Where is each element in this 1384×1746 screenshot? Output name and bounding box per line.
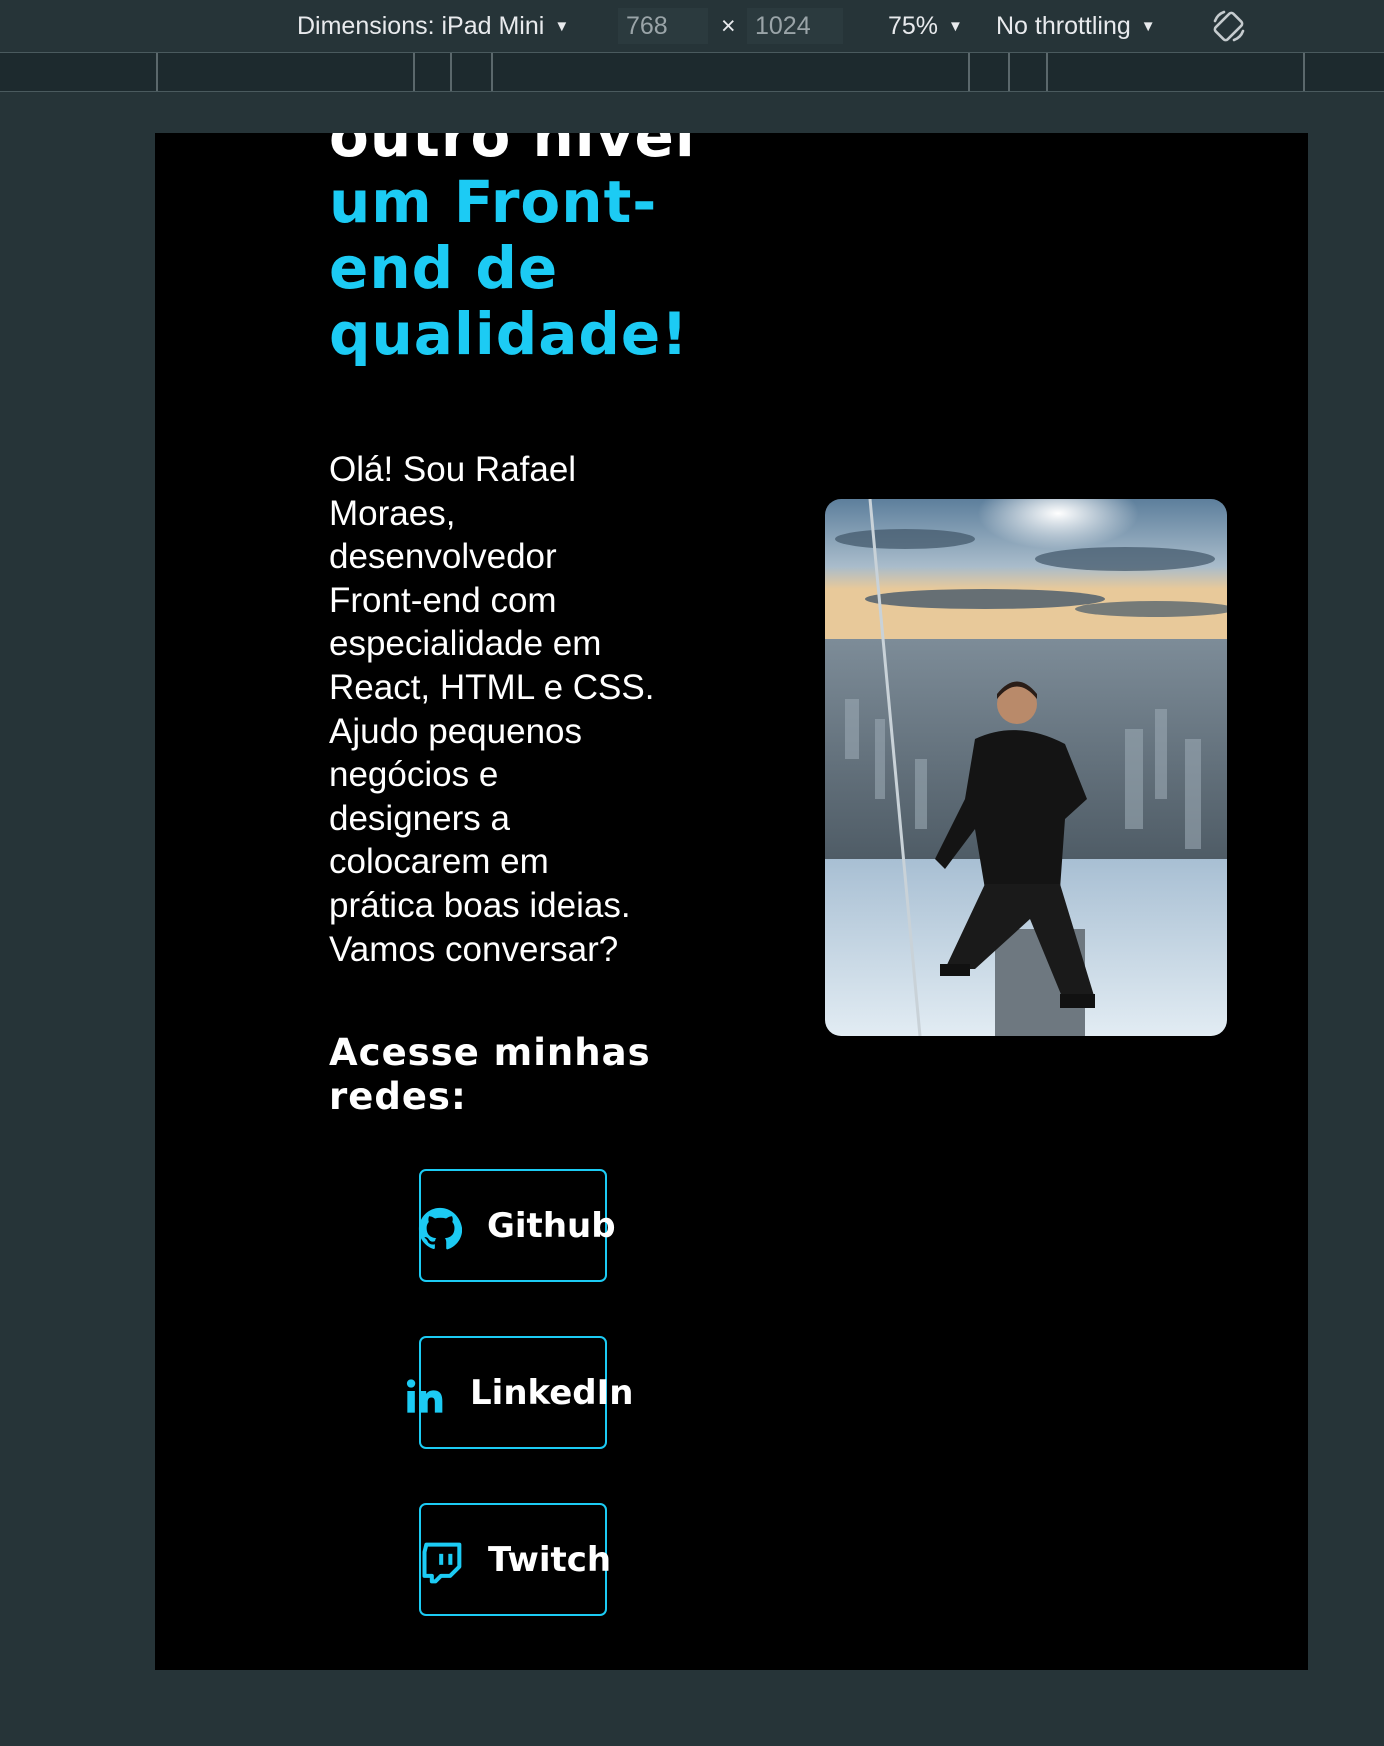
throttling-label: No throttling xyxy=(996,12,1131,40)
intro-line: Moraes, xyxy=(329,493,456,533)
twitch-button[interactable]: Twitch xyxy=(419,1503,611,1616)
device-dimensions-dropdown[interactable]: Dimensions: iPad Mini ▼ xyxy=(297,10,569,43)
github-button[interactable]: Github xyxy=(418,1169,616,1282)
heading-line-cyan: um Front- xyxy=(329,168,658,236)
intro-line: prática boas ideias. xyxy=(329,885,631,925)
twitch-label: Twitch xyxy=(488,1539,612,1580)
intro-line: colocarem em xyxy=(329,842,549,882)
devtools-toolbar: Dimensions: iPad Mini ▼ 768 × 1024 75% ▼ N… xyxy=(0,0,1384,53)
device-viewport: outro nível um Front- end de qualidade! … xyxy=(155,133,1308,1670)
ruler-tick xyxy=(1008,53,1010,91)
rotate-device-icon[interactable] xyxy=(1210,7,1248,45)
chevron-down-icon: ▼ xyxy=(554,18,570,35)
height-input[interactable]: 1024 xyxy=(747,8,843,44)
ruler-tick xyxy=(1303,53,1305,91)
width-input[interactable]: 768 xyxy=(618,8,708,44)
intro-line: Front-end com xyxy=(329,580,557,620)
ruler-tick xyxy=(968,53,970,91)
times-icon: × xyxy=(721,12,736,40)
intro-line: React, HTML e CSS. xyxy=(329,667,655,707)
intro-line: designers a xyxy=(329,798,510,838)
ruler-tick xyxy=(156,53,158,91)
heading-line-cyan: end de xyxy=(329,234,559,302)
throttling-dropdown[interactable]: No throttling ▼ xyxy=(996,10,1156,43)
heading-line-cyan: qualidade! xyxy=(329,300,689,368)
intro-paragraph: Olá! Sou Rafael Moraes, desenvolvedor Fr… xyxy=(329,448,699,971)
ruler-tick xyxy=(491,53,493,91)
profile-photo-illustration xyxy=(825,499,1227,1036)
zoom-label: 75% xyxy=(888,12,939,40)
hero-heading: outro nível um Front- end de qualidade! xyxy=(329,133,749,367)
chevron-down-icon: ▼ xyxy=(1140,18,1156,35)
profile-photo xyxy=(825,499,1227,1036)
ruler-tick xyxy=(1046,53,1048,91)
ruler-tick xyxy=(450,53,452,91)
socials-title-line: Acesse minhas xyxy=(329,1031,651,1074)
linkedin-button[interactable]: LinkedIn xyxy=(406,1336,633,1449)
ruler-tick xyxy=(413,53,415,91)
intro-line: Ajudo pequenos xyxy=(329,711,582,751)
zoom-dropdown[interactable]: 75% ▼ xyxy=(888,10,963,43)
github-icon xyxy=(418,1207,462,1250)
intro-line: negócios e xyxy=(329,755,499,795)
intro-line: desenvolvedor xyxy=(329,537,557,577)
twitch-icon xyxy=(422,1542,462,1584)
linkedin-label: LinkedIn xyxy=(470,1372,634,1413)
socials-title: Acesse minhas redes: xyxy=(329,1031,729,1119)
linkedin-icon xyxy=(406,1379,443,1413)
chevron-down-icon: ▼ xyxy=(948,18,963,35)
intro-line: especialidade em xyxy=(329,624,602,664)
intro-line: Olá! Sou Rafael xyxy=(329,450,577,489)
media-query-bar[interactable] xyxy=(0,53,1384,92)
github-label: Github xyxy=(487,1205,616,1246)
heading-line-white: outro nível xyxy=(329,133,696,170)
socials-title-line: redes: xyxy=(329,1075,467,1118)
intro-line: Vamos conversar? xyxy=(329,929,619,969)
dimensions-label: Dimensions: iPad Mini xyxy=(297,12,545,40)
